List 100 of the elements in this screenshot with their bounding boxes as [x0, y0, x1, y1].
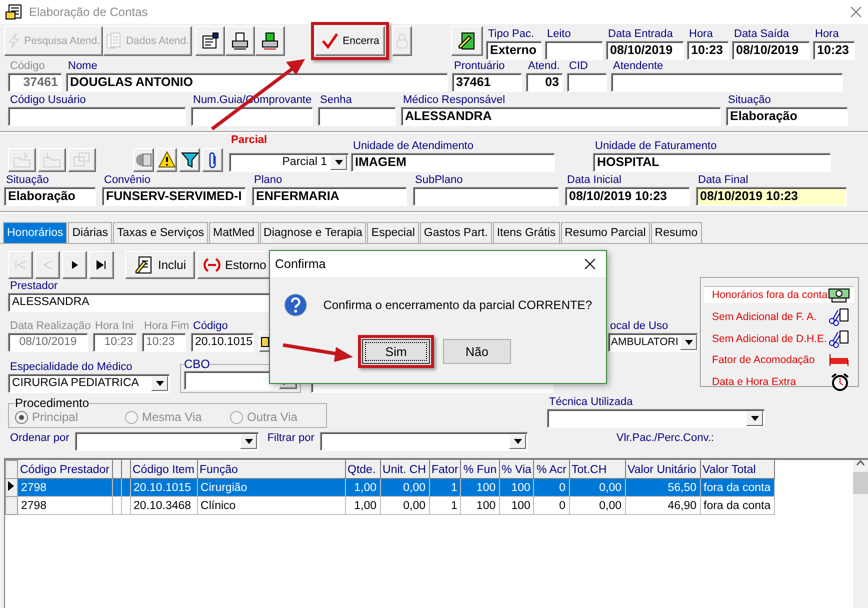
- table-cell: 0: [534, 478, 569, 496]
- text-field[interactable]: Elaboração: [726, 107, 848, 126]
- close-icon: [850, 6, 862, 18]
- toolbar-icon-button[interactable]: [202, 148, 223, 172]
- navigation-button[interactable]: [62, 251, 87, 279]
- text-field[interactable]: ALESSANDRA: [401, 107, 721, 126]
- scrollbar-thumb[interactable]: [853, 472, 868, 494]
- field-label: Unidade de Faturamento: [595, 140, 717, 153]
- text-field[interactable]: [184, 370, 279, 390]
- column-header[interactable]: Função: [197, 460, 346, 478]
- group-label: CBO: [184, 357, 210, 371]
- toolbar-icon-button[interactable]: [156, 148, 177, 172]
- column-header[interactable]: Valor Unitário: [625, 460, 700, 478]
- table-cell: 1: [429, 496, 461, 514]
- combo-box[interactable]: [320, 432, 528, 451]
- lock-icon: [395, 33, 409, 49]
- text-field[interactable]: 08/10/2019: [606, 41, 684, 60]
- text-field[interactable]: DOUGLAS ANTONIO: [66, 73, 448, 92]
- text-field[interactable]: 08/10/2019 10:23: [565, 187, 690, 206]
- column-header[interactable]: Unit. CH: [380, 460, 430, 478]
- text-field[interactable]: [567, 73, 607, 92]
- toolbar-button[interactable]: Inclui: [125, 251, 195, 279]
- text-field[interactable]: 03: [526, 73, 563, 92]
- text-field[interactable]: [191, 107, 313, 126]
- combo-box[interactable]: Parcial 1: [229, 153, 349, 172]
- dropdown-arrow-icon: [514, 439, 522, 444]
- toolbar-button[interactable]: Encerra: [315, 26, 385, 56]
- column-header[interactable]: Fator: [429, 460, 461, 478]
- folder-icon: [43, 152, 61, 168]
- text-field[interactable]: [8, 107, 186, 126]
- field-label: Nome: [68, 60, 98, 73]
- column-header[interactable]: Tot.CH: [569, 460, 625, 478]
- column-header[interactable]: % Via: [499, 460, 534, 478]
- text-field[interactable]: ENFERMARIA: [252, 187, 407, 206]
- text-field[interactable]: 20.10.1015: [191, 333, 254, 352]
- column-header[interactable]: % Acr: [534, 460, 569, 478]
- tab[interactable]: Diárias: [68, 222, 112, 243]
- scrollbar[interactable]: [853, 460, 868, 608]
- table-cell: 46,90: [625, 496, 700, 514]
- field-label: Data Entrada: [608, 28, 673, 41]
- combo-box[interactable]: [547, 409, 765, 428]
- window-icon: [5, 4, 23, 20]
- text-field[interactable]: [318, 107, 396, 126]
- toolbar-icon-button[interactable]: [195, 26, 225, 56]
- table-cell: 2798: [18, 496, 112, 514]
- field-label: Código Usuário: [10, 94, 86, 107]
- bed-icon: [828, 352, 850, 368]
- tab[interactable]: Especial: [367, 222, 419, 243]
- text-field[interactable]: [545, 41, 603, 60]
- row-pointer-icon: [6, 480, 16, 492]
- combo-box[interactable]: [75, 432, 260, 451]
- text-field[interactable]: 10:23: [687, 41, 729, 60]
- tab[interactable]: Resumo: [650, 222, 702, 243]
- table-cell: 0,00: [569, 478, 625, 496]
- field-label: Técnica Utilizada: [549, 396, 633, 409]
- toolbar-icon-button[interactable]: [225, 26, 255, 56]
- table-cell: fora da conta: [700, 496, 774, 514]
- combo-box[interactable]: AMBULATORI: [608, 333, 698, 352]
- tab[interactable]: MatMed: [208, 222, 259, 243]
- dialog-button[interactable]: Não: [443, 339, 511, 364]
- navigation-button[interactable]: [89, 251, 114, 279]
- field-label: Data Final: [698, 174, 748, 187]
- alarm-clock-icon: [830, 372, 850, 392]
- table-cell: 2798: [18, 478, 112, 496]
- text-field[interactable]: 08/10/2019: [732, 41, 810, 60]
- column-header[interactable]: % Fun: [460, 460, 500, 478]
- text-field[interactable]: Elaboração: [4, 187, 96, 206]
- field-label: Tipo Pac.: [488, 28, 534, 41]
- column-header[interactable]: Qtde.: [345, 460, 380, 478]
- text-field[interactable]: FUNSERV-SERVIMED-I: [102, 187, 246, 206]
- combo-box[interactable]: CIRURGIA PEDIATRICA: [8, 374, 170, 393]
- text-field[interactable]: HOSPITAL: [593, 153, 831, 172]
- column-header[interactable]: Código Item: [130, 460, 198, 478]
- toolbar-icon-button[interactable]: [451, 26, 483, 56]
- field-label: Leito: [547, 28, 571, 41]
- column-header[interactable]: Valor Total: [700, 460, 774, 478]
- parcial-label: Parcial: [231, 134, 268, 147]
- window-title: Elaboração de Contas: [29, 5, 148, 19]
- scissors-document-icon: [828, 330, 850, 348]
- dialog-button[interactable]: Sim: [362, 339, 430, 364]
- text-field[interactable]: [413, 187, 559, 206]
- text-field[interactable]: Externo: [486, 41, 542, 60]
- toolbar-icon-button[interactable]: [255, 26, 285, 56]
- toolbar-icon-button[interactable]: [179, 148, 200, 172]
- printer-icon: [261, 32, 279, 50]
- text-field[interactable]: IMAGEM: [351, 153, 555, 172]
- column-header[interactable]: Código Prestador: [18, 460, 112, 478]
- tab[interactable]: Taxas e Serviços: [113, 222, 208, 243]
- field-label: Prestador: [10, 280, 58, 293]
- text-field[interactable]: 08/10/2019 10:23: [696, 187, 847, 206]
- tab[interactable]: Itens Grátis: [492, 222, 560, 243]
- tab[interactable]: Honorários: [3, 222, 68, 243]
- text-field[interactable]: 37461: [452, 73, 522, 92]
- tab[interactable]: Gastos Part.: [420, 222, 492, 243]
- table-cell: 100: [499, 496, 534, 514]
- tab[interactable]: Diagnose e Terapia: [260, 222, 366, 243]
- scissors-document-icon: [828, 308, 850, 326]
- text-field[interactable]: [611, 73, 843, 92]
- text-field[interactable]: 10:23: [813, 41, 855, 60]
- tab[interactable]: Resumo Parcial: [560, 222, 650, 243]
